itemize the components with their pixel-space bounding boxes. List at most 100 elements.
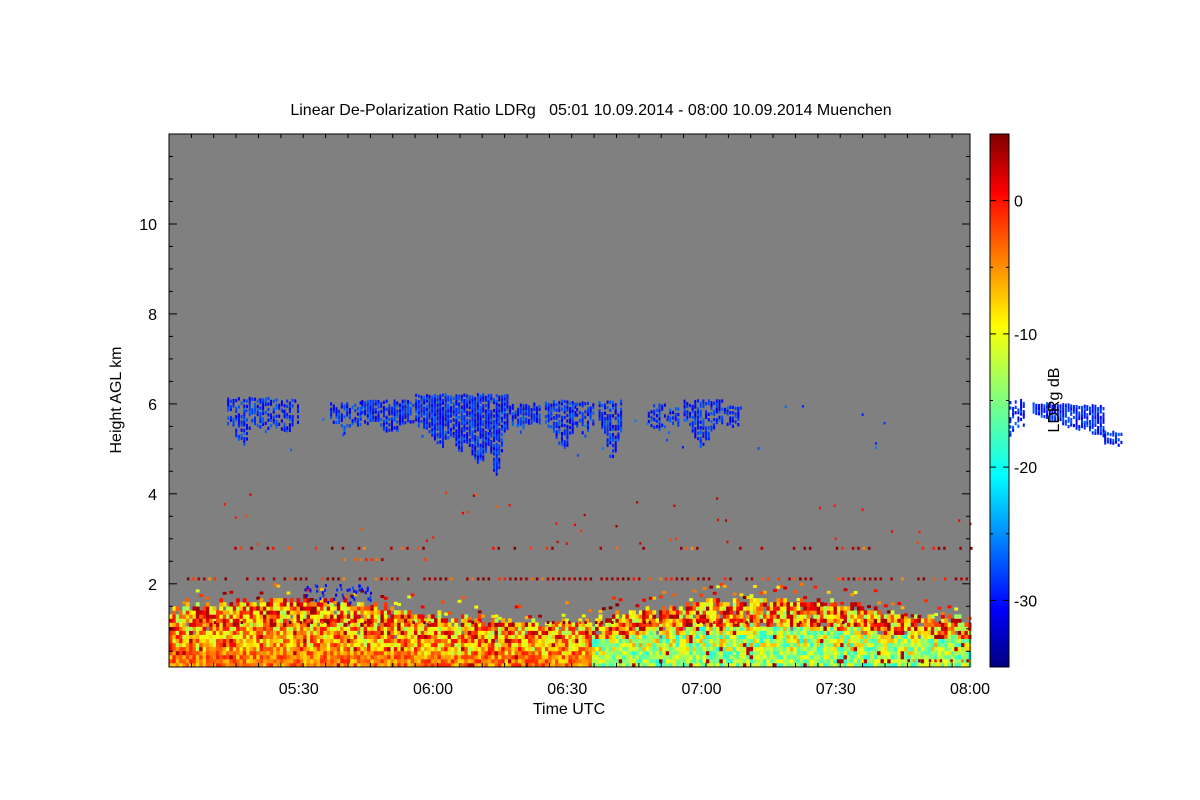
bl-cell <box>350 606 354 611</box>
bl-cell <box>326 654 331 660</box>
bl-cell <box>226 630 230 635</box>
insect-echo <box>685 546 688 550</box>
bl-cell <box>753 598 757 603</box>
bl-speckle <box>803 596 808 600</box>
bl-cell <box>313 614 318 619</box>
bl-cell <box>695 626 700 631</box>
bl-cell <box>353 618 358 623</box>
bl-cell <box>239 634 244 639</box>
bl-cell <box>179 626 183 631</box>
bl-speckle <box>843 588 848 592</box>
bl-cell <box>185 606 190 611</box>
bl-cell <box>514 638 519 644</box>
bl-cell <box>897 634 902 639</box>
bl-cell <box>961 630 965 635</box>
bl-cell <box>766 634 771 639</box>
bl-cell <box>645 606 650 611</box>
bl-cell <box>229 618 234 623</box>
bl-cell <box>464 626 469 631</box>
ice-cloud-cell <box>501 416 503 420</box>
bl-cell <box>920 638 925 644</box>
bl-cell <box>880 618 885 623</box>
bl-cell <box>665 638 670 644</box>
insect-echo <box>583 513 586 517</box>
bl-cell <box>511 634 516 639</box>
bl-cell <box>484 658 489 664</box>
bl-cell <box>212 626 217 631</box>
bl-cell <box>846 658 851 664</box>
bl-cell <box>789 622 794 627</box>
bl-cell <box>954 654 959 660</box>
bl-cell <box>857 646 861 652</box>
bl-cell <box>779 642 784 648</box>
bl-cell <box>179 622 183 627</box>
bl-cell <box>880 654 885 660</box>
bl-speckle <box>739 593 744 597</box>
ice-cloud-cell <box>447 395 450 399</box>
ice-cloud-cell <box>452 423 455 428</box>
insect-echo <box>326 577 329 581</box>
bl-cell <box>904 626 908 631</box>
ice-cloud-cell <box>275 420 278 424</box>
bl-cell <box>699 602 704 607</box>
bl-cell <box>722 658 727 664</box>
bl-cell <box>199 642 203 648</box>
bl-cell <box>638 618 643 623</box>
bl-cell <box>585 634 589 639</box>
bl-cell <box>810 634 814 639</box>
bl-cell <box>259 654 264 660</box>
bl-cell <box>192 650 197 656</box>
bl-cell <box>531 650 536 656</box>
bl-cell <box>769 610 774 615</box>
bl-cell <box>263 610 267 615</box>
bl-cell <box>722 614 727 619</box>
bl-cell <box>652 610 657 615</box>
bl-cell <box>528 630 532 635</box>
bl-cell <box>427 642 432 648</box>
bl-cell <box>330 650 334 656</box>
ice-cloud-cell <box>286 399 289 403</box>
bl-cell <box>185 602 190 607</box>
bl-cell <box>299 638 304 644</box>
bl-cell <box>628 646 633 652</box>
bl-cell <box>776 610 781 615</box>
bl-cell <box>467 642 472 648</box>
bl-cell <box>662 618 667 623</box>
bl-cell <box>474 650 479 656</box>
bl-cell <box>303 630 307 635</box>
bl-speckle <box>615 603 620 607</box>
bl-cell <box>702 610 707 615</box>
bl-cell <box>400 618 405 623</box>
bl-cell <box>836 610 841 615</box>
ice-cloud-cell <box>493 409 495 413</box>
bl-cell <box>857 602 861 607</box>
bl-speckle <box>716 585 720 589</box>
bl-cell <box>910 654 915 660</box>
insect-echo <box>288 577 292 581</box>
bl-speckle <box>826 590 831 594</box>
bl-cell <box>521 646 526 652</box>
bl-speckle <box>746 596 751 599</box>
insect-echo <box>341 546 345 550</box>
bl-cell <box>447 622 452 627</box>
bl-cell <box>739 614 744 619</box>
ice-cloud-cell <box>463 415 466 419</box>
bl-cell <box>501 638 506 644</box>
bl-cell <box>679 606 683 611</box>
bl-cell <box>403 614 408 619</box>
bl-cell <box>699 634 704 639</box>
bl-cell <box>464 654 469 660</box>
bl-cell <box>930 630 935 635</box>
bl-cell <box>346 654 351 660</box>
bl-cell <box>296 646 301 652</box>
bl-cell <box>833 614 838 619</box>
ice-cloud-cell <box>423 417 426 421</box>
bl-cell <box>964 630 969 635</box>
bl-cell <box>749 610 754 615</box>
ice-cloud-cell <box>563 405 566 409</box>
bl-cell <box>709 598 714 603</box>
bl-cell <box>803 626 808 631</box>
bl-cell <box>172 658 177 664</box>
bl-cell <box>269 626 274 631</box>
bl-speckle <box>813 585 818 589</box>
